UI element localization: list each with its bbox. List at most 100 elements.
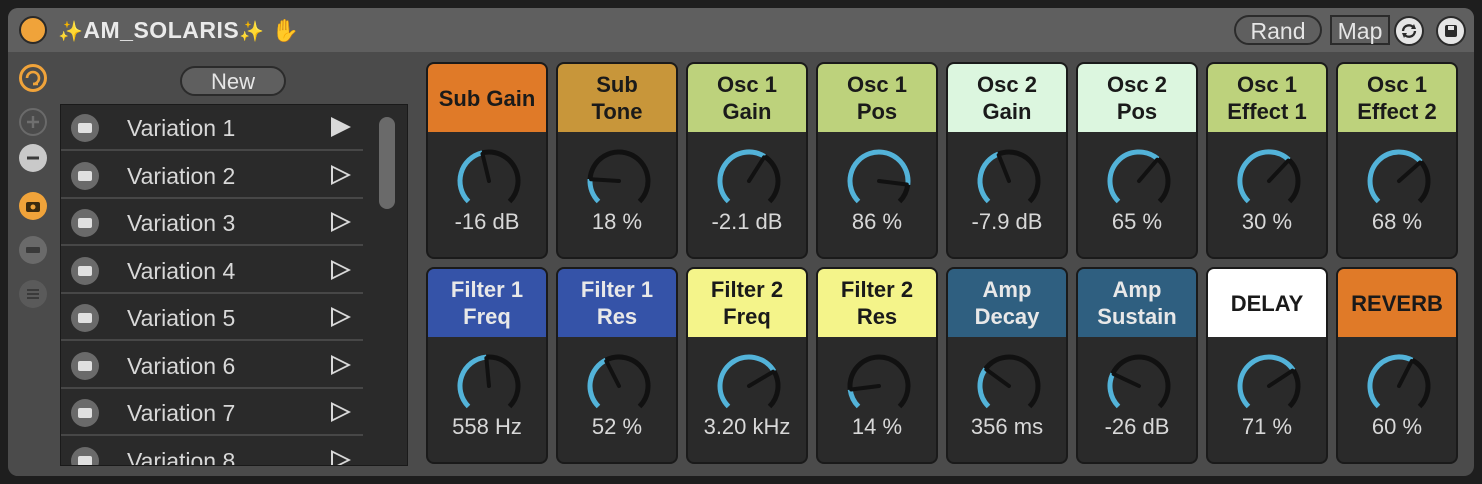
add-macro-icon[interactable] [19, 108, 47, 136]
knob-dial[interactable] [1104, 351, 1174, 421]
macro-value: 86 % [851, 209, 903, 234]
variation-row[interactable]: Variation 4 [61, 248, 363, 294]
play-variation-icon[interactable] [331, 307, 351, 327]
variation-row[interactable]: Variation 6 [61, 343, 363, 389]
macro-label: Filter 2 Res [818, 269, 936, 337]
macro-knob-cell[interactable]: DELAY 71 % [1206, 267, 1328, 464]
knob-track [1417, 160, 1431, 204]
macro-knob-cell[interactable]: Amp Sustain -26 dB [1076, 267, 1198, 464]
knob-value-arc [847, 389, 861, 409]
variation-row[interactable]: Variation 8 [61, 438, 363, 465]
power-toggle[interactable] [19, 16, 47, 44]
macro-knob-cell[interactable]: Osc 1 Effect 2 68 % [1336, 62, 1458, 259]
macro-knob-cell[interactable]: Filter 2 Freq 3.20 kHz [686, 267, 808, 464]
macro-knob-cell[interactable]: Filter 1 Freq 558 Hz [426, 267, 548, 464]
knob-value-arc [717, 354, 777, 409]
randomize-exclude-icon[interactable] [19, 236, 47, 264]
list-icon[interactable] [19, 280, 47, 308]
knob-track [1410, 357, 1431, 409]
macro-value: 65 % [1111, 209, 1163, 234]
camera-icon[interactable] [71, 256, 99, 285]
knob-value-arc [587, 179, 601, 204]
rand-button[interactable]: Rand [1234, 15, 1322, 45]
knob-dial[interactable] [1364, 351, 1434, 421]
camera-icon[interactable] [71, 399, 99, 427]
knob-needle [484, 356, 491, 388]
variation-row[interactable]: Variation 3 [61, 200, 363, 246]
save-icon[interactable] [1436, 16, 1466, 46]
play-variation-icon[interactable] [331, 402, 351, 422]
new-variation-button[interactable]: New [180, 66, 286, 96]
knob-dial[interactable] [974, 146, 1044, 216]
macro-knob-cell[interactable]: Amp Decay 356 ms [946, 267, 1068, 464]
play-variation-icon[interactable] [331, 117, 351, 137]
snapshot-icon[interactable] [19, 192, 47, 220]
knob-dial[interactable] [714, 146, 784, 216]
camera-icon[interactable] [71, 161, 99, 190]
knob-dial[interactable] [584, 351, 654, 421]
macro-knob-cell[interactable]: Osc 1 Effect 1 30 % [1206, 62, 1328, 259]
variation-label: Variation 4 [127, 257, 236, 284]
knob-dial[interactable] [974, 351, 1044, 421]
knob-value-arc [1107, 149, 1160, 204]
knob-needle [849, 384, 881, 392]
rack-name: AM_SOLARIS [83, 17, 240, 43]
knob-value-arc [977, 367, 991, 409]
knob-dial[interactable] [1234, 351, 1304, 421]
knob-track [604, 354, 651, 409]
knob-dial[interactable] [1104, 146, 1174, 216]
play-variation-icon[interactable] [331, 212, 351, 232]
camera-icon[interactable] [71, 209, 99, 237]
macro-knob-cell[interactable]: Filter 1 Res 52 % [556, 267, 678, 464]
knob-dial[interactable] [844, 146, 914, 216]
variation-label: Variation 7 [127, 400, 236, 426]
macro-value: -16 dB [454, 209, 520, 234]
variation-list-scrollbar[interactable] [379, 117, 395, 209]
knob-value-arc [1107, 372, 1121, 409]
knob-needle [604, 359, 621, 388]
macro-label: Osc 1 Pos [818, 64, 936, 132]
macro-knob-cell[interactable]: REVERB 60 % [1336, 267, 1458, 464]
play-variation-icon[interactable] [331, 259, 351, 280]
map-button[interactable]: Map [1330, 15, 1390, 45]
macro-value: -26 dB [1104, 414, 1170, 439]
play-variation-icon[interactable] [331, 449, 351, 465]
knob-dial[interactable] [454, 351, 524, 421]
macro-value: -2.1 dB [711, 209, 783, 234]
macro-knob-cell[interactable]: Sub Gain -16 dB [426, 62, 548, 259]
knob-value-arc [1367, 354, 1414, 409]
macro-label: Amp Decay [948, 269, 1066, 337]
knob-needle [480, 151, 491, 183]
macro-label: Amp Sustain [1078, 269, 1196, 337]
play-variation-icon[interactable] [331, 164, 351, 185]
knob-dial[interactable] [584, 146, 654, 216]
remove-macro-icon[interactable] [19, 144, 47, 172]
play-variation-icon[interactable] [331, 354, 351, 375]
macro-knob-cell[interactable]: Osc 1 Pos 86 % [816, 62, 938, 259]
hot-swap-icon[interactable] [1394, 16, 1424, 46]
camera-icon[interactable] [71, 351, 99, 380]
macro-knob-cell[interactable]: Sub Tone 18 % [556, 62, 678, 259]
knob-track [763, 154, 781, 204]
variation-row[interactable]: Variation 5 [61, 295, 363, 341]
knob-dial[interactable] [454, 146, 524, 216]
camera-icon[interactable] [71, 304, 99, 332]
variation-row[interactable]: Variation 7 [61, 390, 363, 436]
macro-knob-cell[interactable]: Filter 2 Res 14 % [816, 267, 938, 464]
variation-row[interactable]: Variation 2 [61, 153, 363, 199]
macro-value: 356 ms [970, 414, 1044, 439]
macro-label: Osc 2 Gain [948, 64, 1066, 132]
macro-knob-cell[interactable]: Osc 1 Gain -2.1 dB [686, 62, 808, 259]
macro-label: Osc 1 Effect 2 [1338, 64, 1456, 132]
knob-dial[interactable] [844, 351, 914, 421]
knob-dial[interactable] [714, 351, 784, 421]
variation-row[interactable]: Variation 1 [61, 105, 363, 151]
macro-knob-cell[interactable]: Osc 2 Pos 65 % [1076, 62, 1198, 259]
knob-dial[interactable] [1234, 146, 1304, 216]
macro-knob-cell[interactable]: Osc 2 Gain -7.9 dB [946, 62, 1068, 259]
camera-icon[interactable] [71, 446, 99, 465]
camera-icon[interactable] [71, 114, 99, 142]
knob-dial[interactable] [1364, 146, 1434, 216]
macro-variations-icon[interactable] [19, 64, 47, 92]
knob-track [1287, 158, 1301, 204]
